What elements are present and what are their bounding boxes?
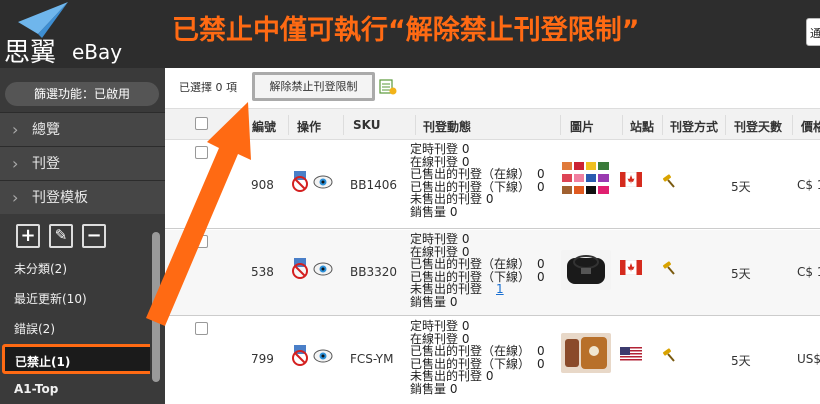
listing-status: 定時刊登 0 在線刊登 0 已售出的刊登（在線） 0 已售出的刊登（下線） 0 … <box>410 233 545 309</box>
row-sku: BB3320 <box>350 265 398 279</box>
sidebar-item-label: 刊登 <box>32 156 60 172</box>
table-row: 538 BB3320 定時刊登 0 在線刊登 0 已售出的刊登（在線） 0 已售… <box>165 230 820 316</box>
col-days[interactable]: 刊登天數 <box>734 118 782 135</box>
category-tools: + ✎ − <box>16 224 115 250</box>
scroll-thumb[interactable] <box>152 232 160 382</box>
search-input[interactable]: 通 <box>806 18 820 46</box>
status-value: 0 <box>449 294 458 309</box>
remove-category-button[interactable]: − <box>82 224 106 248</box>
row-price: US$ <box>797 352 820 366</box>
select-all-checkbox[interactable] <box>195 117 208 130</box>
listing-status: 定時刊登 0 在線刊登 0 已售出的刊登（在線） 0 已售出的刊登（下線） 0 … <box>410 143 545 219</box>
sidebar-item-overview[interactable]: › 總覽 <box>0 112 165 146</box>
sidebar: 篩選功能：已啟用 › 總覽 › 刊登 › 刊登模板 + ✎ − 未分類(2) 最近更… <box>0 68 165 404</box>
status-value: 0 <box>485 192 494 206</box>
category-recently-updated[interactable]: 最近更新(10) <box>0 284 150 314</box>
category-banned[interactable]: 已禁止(1) <box>2 344 160 374</box>
table-row: 799 FCS-YM 定時刊登 0 在線刊登 0 已售出的刊登（在線） 0 已售… <box>165 317 820 404</box>
row-days: 5天 <box>731 354 751 368</box>
col-site[interactable]: 站點 <box>630 118 654 135</box>
usa-flag-icon <box>620 347 642 362</box>
edit-category-button[interactable]: ✎ <box>49 224 73 248</box>
col-sku[interactable]: SKU <box>353 118 380 132</box>
table-row: 908 BB1406 定時刊登 0 在線刊登 0 已售出的刊登（在線） 0 已售… <box>165 141 820 229</box>
logo-text: 思翼 <box>4 38 57 68</box>
category-list: 未分類(2) 最近更新(10) 錯誤(2) 已禁止(1) A1-Top <box>0 254 160 404</box>
sidebar-item-label: 總覽 <box>32 122 60 138</box>
top-header: 思翼 eBay 已禁止中僅可執行“解除禁止刊登限制” 通 <box>0 0 820 68</box>
category-errors[interactable]: 錯誤(2) <box>0 314 150 344</box>
ban-icon[interactable] <box>290 257 310 279</box>
status-value: 0 <box>537 257 545 271</box>
col-status: 刊登動態 <box>423 120 472 134</box>
status-label: 銷售量 <box>410 204 447 219</box>
status-value: 0 <box>485 369 494 383</box>
ban-icon[interactable] <box>290 344 310 366</box>
eye-icon[interactable] <box>313 173 333 191</box>
annotation-headline: 已禁止中僅可執行“解除禁止刊登限制” <box>172 15 640 46</box>
row-checkbox[interactable] <box>195 322 208 335</box>
product-thumbnail[interactable] <box>561 333 611 373</box>
category-uncategorized[interactable]: 未分類(2) <box>0 254 150 284</box>
sidebar-item-templates[interactable]: › 刊登模板 <box>0 180 165 214</box>
row-price: C$ 1 <box>797 265 820 279</box>
canada-flag-icon <box>620 260 642 275</box>
add-category-button[interactable]: + <box>16 224 40 248</box>
canada-flag-icon <box>620 172 642 187</box>
status-value: 0 <box>537 356 545 371</box>
listing-status: 定時刊登 0 在線刊登 0 已售出的刊登（在線） 0 已售出的刊登（下線） 0 … <box>410 320 545 396</box>
col-price[interactable]: 價格 <box>801 118 820 135</box>
filter-status-badge[interactable]: 篩選功能：已啟用 <box>5 82 159 106</box>
unban-listing-button[interactable]: 解除禁止刊登限制 <box>252 72 375 101</box>
row-code: 908 <box>251 178 274 192</box>
status-label: 銷售量 <box>410 294 447 309</box>
product-thumbnail[interactable] <box>561 159 611 199</box>
status-value: 0 <box>537 344 545 358</box>
product-thumbnail[interactable] <box>561 250 611 290</box>
eye-icon[interactable] <box>313 260 333 278</box>
col-method[interactable]: 刊登方式 <box>670 118 718 135</box>
sidebar-item-listing[interactable]: › 刊登 <box>0 146 165 180</box>
row-sku: BB1406 <box>350 178 398 192</box>
chevron-right-icon: › <box>12 154 19 173</box>
col-code[interactable]: 編號 <box>252 118 276 135</box>
status-value: 0 <box>449 381 458 396</box>
app-logo[interactable]: 思翼 eBay <box>0 0 165 68</box>
main-content: 已選擇 0 項 解除禁止刊登限制 編號 操作 SKU 刊登動態 圖片 站點 刊登… <box>165 68 820 404</box>
col-image: 圖片 <box>570 120 595 134</box>
row-days: 5天 <box>731 267 751 281</box>
col-action: 操作 <box>297 120 322 134</box>
row-code: 538 <box>251 265 274 279</box>
category-a1-top[interactable]: A1-Top <box>0 374 150 404</box>
status-value: 0 <box>537 179 545 194</box>
table-header: 編號 操作 SKU 刊登動態 圖片 站點 刊登方式 刊登天數 價格 <box>165 108 820 140</box>
selected-count: 已選擇 0 項 <box>179 81 237 94</box>
row-price: C$ 1 <box>797 178 820 192</box>
auction-hammer-icon <box>662 174 675 188</box>
auction-hammer-icon <box>662 261 675 275</box>
ban-icon[interactable] <box>290 170 310 192</box>
toolbar: 已選擇 0 項 解除禁止刊登限制 <box>165 68 820 104</box>
eye-icon[interactable] <box>313 347 333 365</box>
status-label: 銷售量 <box>410 381 447 396</box>
auction-hammer-icon <box>662 348 675 362</box>
unsold-link[interactable]: 1 <box>496 283 504 296</box>
status-value: 0 <box>449 204 458 219</box>
row-code: 799 <box>251 352 274 366</box>
status-value: 0 <box>537 167 545 181</box>
row-checkbox[interactable] <box>195 235 208 248</box>
logo-ebay: eBay <box>72 40 123 64</box>
chevron-right-icon: › <box>12 188 19 207</box>
row-days: 5天 <box>731 180 751 194</box>
chevron-right-icon: › <box>12 120 19 139</box>
sidebar-scrollbar[interactable] <box>150 222 162 404</box>
row-sku: FCS-YM <box>350 352 394 366</box>
row-checkbox[interactable] <box>195 146 208 159</box>
sidebar-item-label: 刊登模板 <box>32 190 88 206</box>
excel-export-icon[interactable] <box>379 79 397 95</box>
status-value: 0 <box>537 269 545 284</box>
